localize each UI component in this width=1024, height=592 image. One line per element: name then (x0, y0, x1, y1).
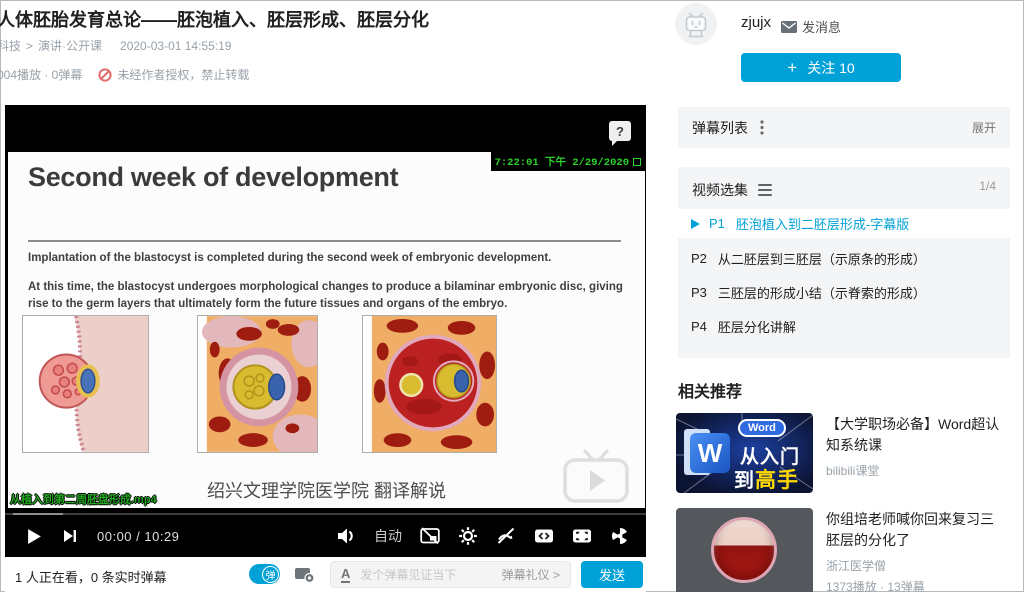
page-title: 人体胚胎发育总论——胚泡植入、胚层形成、胚层分化 (0, 6, 429, 32)
related-video-meta: 你组培老师喊你回来复习三胚层的分化了 浙江医学僧 1373播放 · 13弹幕 (826, 509, 1002, 592)
danmaku-input-field[interactable]: A 弹幕礼仪 > (330, 561, 571, 588)
help-bubble[interactable]: ? (609, 121, 631, 141)
follow-label: 关注 10 (807, 58, 854, 78)
quality-selector[interactable]: 自动 (374, 526, 402, 546)
word-badge: Word (738, 419, 786, 437)
playlist-item-label: 三胚层的形成小结（示脊索的形成） (718, 283, 926, 302)
playlist-item[interactable]: P4 胚层分化讲解 (678, 309, 1010, 343)
list-icon (758, 184, 772, 196)
expand-link[interactable]: 展开 (972, 119, 996, 136)
envelope-icon (781, 21, 797, 33)
plus-icon: + (787, 58, 797, 78)
embryo-thumb-image (711, 517, 777, 583)
breadcrumb-category[interactable]: 科技 (0, 37, 21, 54)
osd-filename: 从植入到第二周胚盘形成.mp4 (10, 491, 157, 507)
danmaku-send-bar: 1 人正在看，0 条实时弹幕 弹 A 弹幕礼仪 > 发送 (5, 557, 646, 592)
related-video-meta: 【大学职场必备】Word超认知系统课 bilibili课堂 (826, 414, 1002, 479)
watching-count: 1 人正在看，0 条实时弹幕 (15, 567, 167, 586)
bilibili-video-page: 人体胚胎发育总论——胚泡植入、胚层形成、胚层分化 科技 > 演讲·公开课 202… (0, 0, 1024, 592)
more-menu-icon[interactable] (760, 120, 764, 135)
player-controls: 00:00 / 10:29 自动 (5, 515, 646, 557)
slide-paragraph-1: Implantation of the blastocyst is comple… (28, 252, 614, 264)
osd-clock: 7:22:01 下午 2/29/2020 (491, 152, 645, 171)
follow-button[interactable]: + 关注 10 (741, 53, 901, 82)
send-message-label: 发消息 (802, 17, 841, 36)
playlist-item-label: 从二胚层到三胚层（示原条的形成） (718, 249, 926, 268)
breadcrumb: 科技 > 演讲·公开课 2020-03-01 14:55:19 (0, 37, 231, 54)
play-danmaku-count: 004播放 · 0弹幕 (0, 66, 82, 83)
play-button[interactable] (27, 528, 42, 545)
playlist-item-id: P3 (691, 285, 707, 300)
no-reprint-icon (98, 68, 112, 82)
slide-paragraph-2: At this time, the blastocyst undergoes m… (28, 279, 634, 314)
send-message-link[interactable]: 发消息 (781, 17, 841, 36)
playlist-item-id: P2 (691, 251, 707, 266)
playlist-item[interactable]: P3 三胚层的形成小结（示脊索的形成） (678, 275, 1010, 309)
related-title: 相关推荐 (678, 378, 742, 402)
related-video-author[interactable]: bilibili课堂 (826, 462, 1002, 479)
danmaku-settings-icon[interactable] (294, 565, 315, 583)
help-label: ? (616, 124, 624, 139)
danmaku-input[interactable] (360, 568, 495, 582)
video-player[interactable]: Second week of development Implantation … (5, 105, 646, 557)
playlist-item-label: 胚泡植入到二胚层形成-字幕版 (736, 214, 909, 233)
related-video-title[interactable]: 你组培老师喊你回来复习三胚层的分化了 (826, 509, 1002, 551)
next-part-button[interactable] (63, 529, 77, 543)
web-fullscreen-icon[interactable] (572, 527, 592, 545)
fullscreen-icon[interactable] (610, 526, 630, 546)
word-logo: W (690, 433, 730, 473)
playlist-title: 视频选集 (692, 180, 748, 200)
playlist-item-id: P4 (691, 319, 707, 334)
danmaku-etiquette-link[interactable]: 弹幕礼仪 > (502, 566, 560, 583)
playlist-item-label: 胚层分化讲解 (718, 317, 796, 336)
video-stats: 004播放 · 0弹幕 未经作者授权，禁止转载 (0, 66, 249, 83)
breadcrumb-subcategory[interactable]: 演讲·公开课 (38, 37, 102, 54)
uploader-avatar[interactable] (675, 3, 717, 50)
danmaku-toggle-knob: 弹 (262, 566, 279, 583)
related-video-author[interactable]: 浙江医学僧 (826, 557, 1002, 574)
embryo-figure-implantation (22, 315, 149, 453)
playlist-item-id: P1 (709, 216, 725, 231)
playlist-page-indicator: 1/4 (979, 179, 996, 193)
danmaku-off-icon[interactable] (496, 527, 516, 545)
pip-disabled-icon[interactable] (420, 527, 440, 545)
embryo-figure-chorionic-cavity (362, 315, 497, 453)
settings-gear-icon[interactable] (458, 526, 478, 546)
playlist-item[interactable]: P2 从二胚层到三胚层（示原条的形成） (678, 241, 1010, 275)
bilibili-tv-watermark (559, 447, 633, 505)
thumb-text-line2: 到高手 (734, 464, 799, 493)
playing-triangle-icon (691, 219, 700, 229)
send-danmaku-button[interactable]: 发送 (581, 561, 643, 588)
related-video-thumbnail[interactable]: W Word 从入门 到高手 (676, 413, 813, 493)
volume-icon[interactable] (336, 527, 356, 545)
slide-title: Second week of development (28, 162, 398, 193)
time-display: 00:00 / 10:29 (97, 529, 179, 544)
embryo-figures (22, 315, 497, 453)
playlist-header: 视频选集 1/4 (678, 167, 1010, 209)
related-video-title[interactable]: 【大学职场必备】Word超认知系统课 (826, 414, 1002, 456)
playlist-item[interactable]: P1 胚泡植入到二胚层形成-字幕版 (678, 209, 1010, 238)
no-reprint-notice: 未经作者授权，禁止转载 (117, 66, 249, 83)
publish-date: 2020-03-01 14:55:19 (120, 39, 231, 53)
breadcrumb-separator: > (26, 39, 33, 53)
osd-square (633, 158, 641, 166)
slide-rule (28, 240, 621, 242)
widescreen-icon[interactable] (534, 527, 554, 545)
danmaku-toggle[interactable]: 弹 (249, 564, 280, 584)
danmaku-list-panel: 弹幕列表 展开 (678, 107, 1010, 148)
uploader-name[interactable]: zjujx (741, 14, 771, 31)
embryo-figure-bilaminar (197, 315, 318, 453)
font-style-icon: A (341, 567, 350, 583)
video-frame[interactable]: Second week of development Implantation … (8, 152, 645, 508)
playlist-panel: 视频选集 1/4 P1 胚泡植入到二胚层形成-字幕版 P2 从二胚层到三胚层（示… (678, 167, 1010, 358)
related-video-thumbnail[interactable] (676, 508, 813, 592)
danmaku-list-title: 弹幕列表 (692, 118, 748, 138)
related-video-stats: 1373播放 · 13弹幕 (826, 578, 1002, 592)
